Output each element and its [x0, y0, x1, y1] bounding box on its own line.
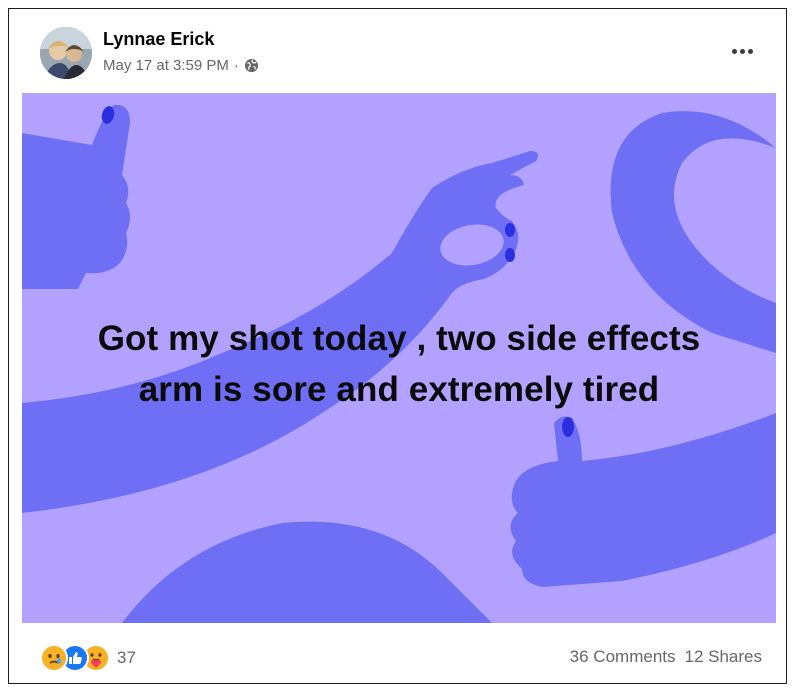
post-text-line-2: arm is sore and extremely tired	[138, 370, 660, 409]
reaction-count: 37	[117, 648, 136, 667]
author-name[interactable]: Lynnae Erick	[103, 29, 214, 50]
post-text-line-1: Got my shot today , two side effects	[97, 319, 701, 358]
avatar[interactable]	[40, 27, 92, 79]
post-timestamp[interactable]: May 17 at 3:59 PM	[103, 57, 229, 74]
post-card: Lynnae Erick May 17 at 3:59 PM · Got my …	[8, 8, 787, 684]
comments-count-link[interactable]: 36 Comments	[570, 647, 676, 667]
post-meta: May 17 at 3:59 PM ·	[103, 57, 259, 74]
post-stats: 36 Comments 12 Shares	[570, 647, 762, 667]
post-footer: 37 36 Comments 12 Shares	[9, 623, 786, 683]
more-options-icon[interactable]	[728, 39, 756, 63]
care-icon	[40, 644, 68, 672]
post-header: Lynnae Erick May 17 at 3:59 PM ·	[9, 9, 786, 95]
meta-separator: ·	[233, 57, 239, 74]
shares-count-link[interactable]: 12 Shares	[685, 647, 763, 667]
avatar-image	[40, 27, 92, 79]
post-text: Got my shot today , two side effects arm…	[22, 313, 776, 415]
post-image[interactable]: Got my shot today , two side effects arm…	[22, 93, 776, 623]
globe-icon[interactable]	[244, 58, 259, 73]
reactions-summary[interactable]: 37	[40, 644, 136, 672]
